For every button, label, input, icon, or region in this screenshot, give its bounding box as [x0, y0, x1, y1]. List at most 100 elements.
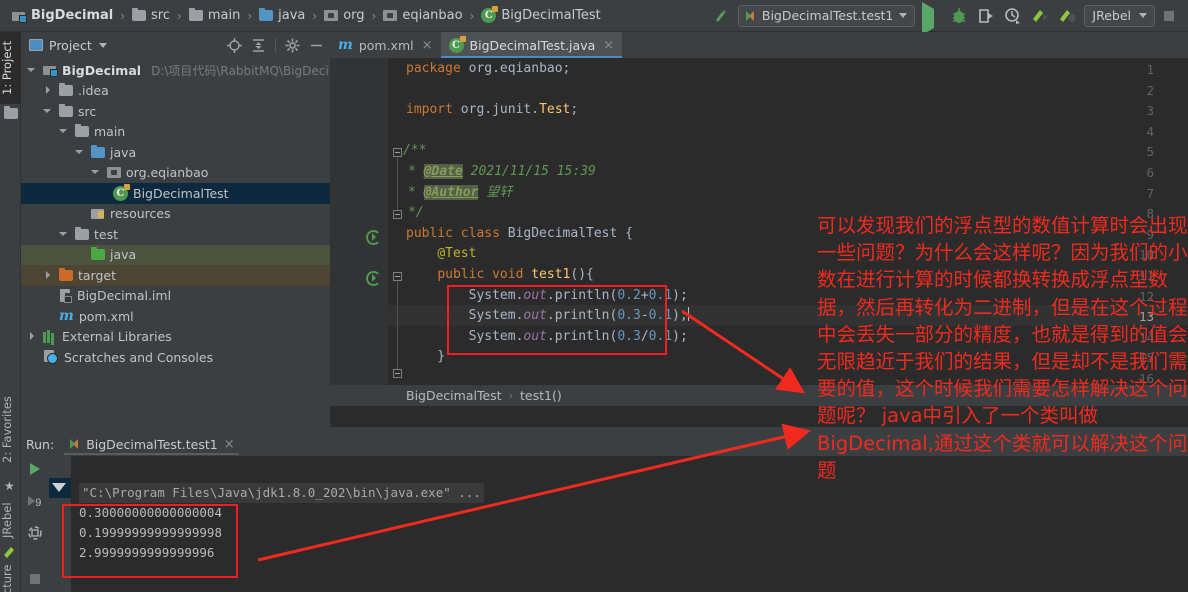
chevron-down-icon[interactable]: [59, 126, 70, 137]
breadcrumb-item-eqianbao[interactable]: eqianbao: [379, 8, 466, 23]
sidebar-tab-project[interactable]: 1: Project: [0, 32, 21, 104]
rerun-icon[interactable]: [26, 460, 44, 478]
jrebel-debug-icon[interactable]: [1057, 6, 1077, 26]
console-output-line: 2.9999999999999996: [79, 545, 215, 560]
breadcrumb-item-project[interactable]: BigDecimal: [8, 8, 117, 23]
chevron-down-icon[interactable]: [43, 106, 54, 117]
tab-pom-xml[interactable]: m pom.xml ×: [330, 32, 441, 58]
run-tab-bigdecimaltest[interactable]: BigDecimalTest.test1 ×: [62, 433, 240, 455]
minimize-icon[interactable]: [309, 38, 324, 53]
breadcrumb-separator: ›: [312, 8, 318, 23]
fold-javadoc-end-icon[interactable]: [393, 210, 402, 219]
config-icon: [744, 10, 756, 22]
class-icon: C: [481, 6, 499, 23]
tree-item-idea[interactable]: .idea: [21, 81, 330, 102]
chevron-down-icon[interactable]: [59, 229, 70, 240]
tree-item-src[interactable]: src: [21, 101, 330, 122]
class-icon: C: [448, 35, 466, 53]
run-method-icon[interactable]: [366, 271, 381, 286]
code-line-14: System.out.println(0.3/0.1);: [406, 328, 688, 344]
editor-tabs: m pom.xml × C BigDecimalTest.java ×: [330, 32, 1188, 58]
tree-item-pom[interactable]: m pom.xml: [21, 306, 330, 327]
run-class-icon[interactable]: [366, 230, 381, 245]
breadcrumb-label: java: [278, 8, 306, 23]
tree-item-label: java: [110, 247, 137, 263]
tree-item-label: org.eqianbao: [126, 165, 209, 181]
close-icon[interactable]: ×: [224, 437, 235, 452]
breadcrumb-item-main[interactable]: main: [185, 8, 244, 23]
tree-item-bigdecimal[interactable]: BigDecimal D:\项目代码\RabbitMQ\BigDecima: [21, 60, 348, 81]
tree-item-scratches[interactable]: Scratches and Consoles: [21, 347, 330, 368]
chevron-right-icon[interactable]: [43, 270, 54, 281]
line-number: 1: [1146, 62, 1154, 77]
run-icon[interactable]: [922, 1, 942, 35]
collapse-all-icon[interactable]: [251, 38, 266, 53]
tree-item-label: main: [94, 124, 126, 140]
tree-item-external-libraries[interactable]: External Libraries: [21, 327, 330, 348]
sidebar-tab-favorites[interactable]: 2: Favorites: [0, 384, 21, 476]
line-number: 7: [1146, 185, 1154, 201]
jrebel-run-icon[interactable]: [1030, 6, 1050, 26]
config-icon: [68, 438, 80, 450]
chevron-down-icon[interactable]: [91, 167, 102, 178]
svg-text:9: 9: [35, 498, 42, 510]
breadcrumb-label: org: [343, 8, 365, 23]
tree-item-package[interactable]: org.eqianbao: [21, 163, 330, 184]
tree-item-bigdecimaltest[interactable]: C BigDecimalTest: [21, 183, 330, 204]
tree-item-label: pom.xml: [78, 308, 134, 324]
editor-breadcrumb-method[interactable]: test1(): [520, 388, 562, 403]
tree-item-java-test[interactable]: java: [21, 244, 330, 265]
breadcrumb-item-org[interactable]: org: [320, 8, 368, 23]
breadcrumb-separator: ›: [177, 8, 182, 23]
star-icon: ★: [4, 479, 15, 493]
module-icon: [12, 10, 27, 23]
run-tab-label: BigDecimalTest.test1: [86, 436, 218, 452]
jrebel-selector[interactable]: JRebel: [1084, 4, 1155, 27]
tree-item-target[interactable]: target: [21, 265, 330, 286]
breadcrumb-item-java[interactable]: java: [255, 8, 309, 23]
chevron-down-icon[interactable]: [27, 65, 38, 76]
chevron-down-icon[interactable]: [98, 42, 107, 48]
breadcrumb-item-src[interactable]: src: [128, 8, 174, 23]
sidebar-tab-jrebel[interactable]: JRebel: [0, 494, 21, 546]
maven-file-icon: m: [59, 308, 74, 325]
debug-icon[interactable]: [949, 6, 969, 26]
build-icon[interactable]: [711, 6, 731, 26]
run-panel-gutter: [49, 456, 71, 592]
rerun-failed-tests-icon[interactable]: 9: [26, 492, 44, 510]
tree-item-resources[interactable]: resources: [21, 204, 330, 225]
breadcrumb-item-class[interactable]: C BigDecimalTest: [477, 6, 604, 23]
fold-line: [397, 157, 398, 212]
console-output-line: 0.19999999999999998: [79, 525, 222, 540]
fold-method-icon[interactable]: [393, 272, 402, 281]
search-everywhere-icon[interactable]: [1162, 6, 1182, 26]
code-line-7: * @Author 望轩: [408, 184, 513, 200]
run-configuration-label: BigDecimalTest.test1: [761, 8, 894, 23]
restart-icon[interactable]: [26, 524, 44, 542]
settings-gear-icon[interactable]: [285, 38, 300, 53]
expand-tree-icon[interactable]: [52, 483, 66, 492]
tree-item-main[interactable]: main: [21, 122, 330, 143]
run-configuration-selector[interactable]: BigDecimalTest.test1: [737, 4, 916, 27]
run-with-coverage-icon[interactable]: [976, 6, 996, 26]
sidebar-tab-structure[interactable]: Structure: [0, 556, 21, 592]
chevron-down-icon[interactable]: [75, 147, 86, 158]
tree-item-java-main[interactable]: java: [21, 142, 330, 163]
breadcrumb-label: BigDecimalTest: [501, 8, 601, 23]
tree-item-label: .idea: [78, 83, 109, 99]
close-icon[interactable]: ×: [603, 38, 614, 53]
locate-icon[interactable]: [227, 37, 242, 53]
profiler-icon[interactable]: [1003, 6, 1023, 26]
editor-breadcrumb-class[interactable]: BigDecimalTest: [406, 388, 502, 403]
fold-method-end-icon[interactable]: [393, 369, 402, 378]
chevron-right-icon[interactable]: [43, 85, 54, 96]
tree-item-iml[interactable]: BigDecimal.iml: [21, 286, 330, 307]
tree-item-test[interactable]: test: [21, 224, 330, 245]
tab-bigdecimaltest-java[interactable]: C BigDecimalTest.java ×: [440, 32, 623, 58]
chevron-right-icon[interactable]: [27, 331, 38, 342]
close-icon[interactable]: ×: [422, 38, 433, 53]
code-line-15: }: [406, 349, 446, 365]
fold-javadoc-icon[interactable]: [393, 148, 402, 157]
stop-icon[interactable]: [26, 570, 44, 588]
project-panel: Project BigDecimal D:\项目代码\RabbitMQ\BigD…: [21, 32, 348, 427]
